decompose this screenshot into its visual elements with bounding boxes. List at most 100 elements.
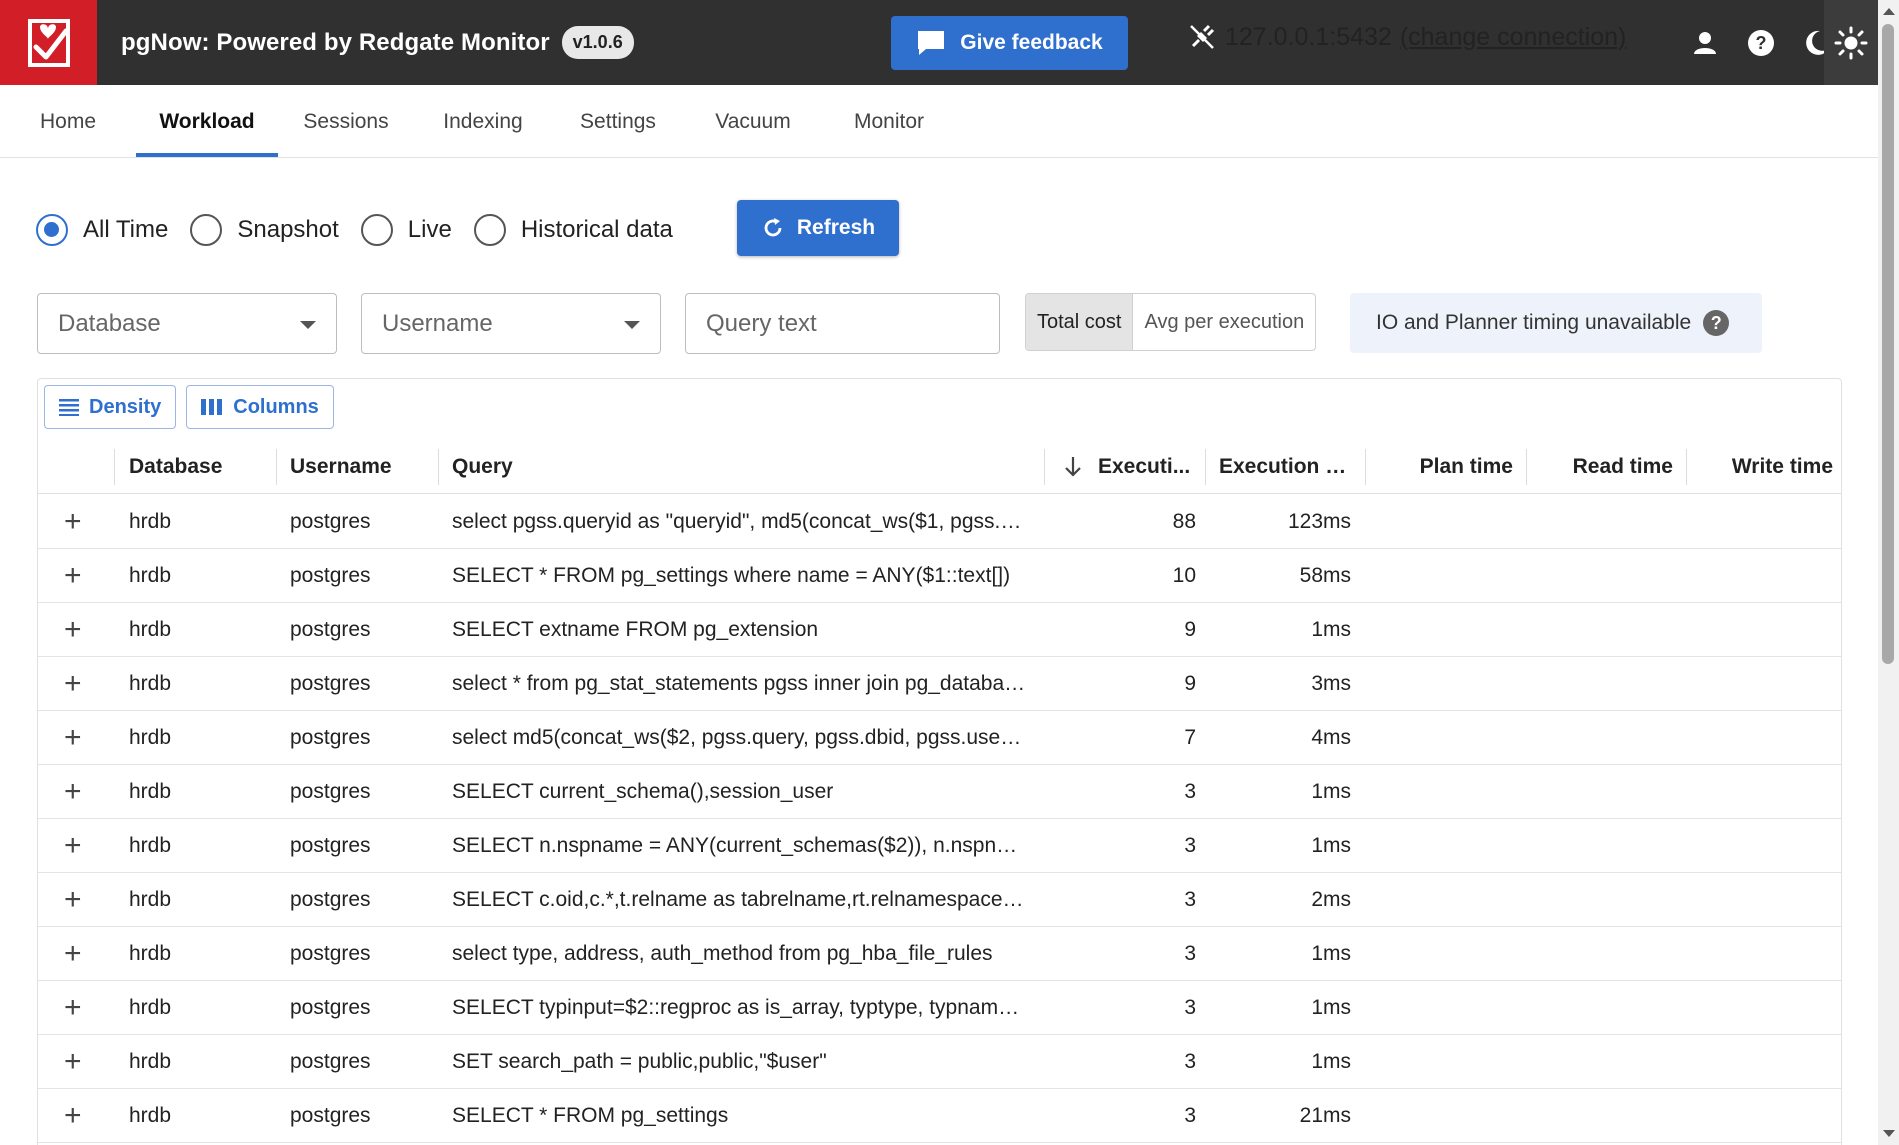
cell-query: SELECT * FROM pg_settings where name = A… [452,564,1011,587]
cell-execution-time: 1ms [1311,780,1351,803]
cell-database: hrdb [129,780,172,803]
columns-button[interactable]: Columns [186,385,334,429]
expand-row-icon[interactable]: + [64,873,82,927]
column-header-username[interactable]: Username [290,439,420,494]
expand-row-icon[interactable]: + [64,819,82,873]
cell-username: postgres [290,1104,371,1127]
scroll-down-icon[interactable] [1883,1130,1895,1137]
column-header-plan-time[interactable]: Plan time [1378,439,1513,494]
cell-query: SELECT c.oid,c.*,t.relname as tabrelname… [452,888,1028,911]
expand-row-icon[interactable]: + [64,927,82,981]
cell-execution-time: 1ms [1311,942,1351,965]
tab-workload[interactable]: Workload [136,85,278,158]
column-header-query[interactable]: Query [452,439,752,494]
table-row[interactable]: + hrdb postgres SELECT extname FROM pg_exte… [38,603,1841,657]
sort-down-arrow-icon[interactable] [1062,439,1088,494]
tab-indexing[interactable]: Indexing [424,85,542,158]
cell-username: postgres [290,672,371,695]
column-header-database[interactable]: Database [129,439,249,494]
table-row[interactable]: + hrdb postgres SELECT c.oid,c.*,t.relname … [38,873,1841,927]
radio-live[interactable]: Live [360,214,452,246]
refresh-button[interactable]: Refresh [737,200,899,256]
tab-sessions[interactable]: Sessions [288,85,404,158]
cell-database: hrdb [129,834,172,857]
cell-executions: 10 [1172,564,1196,587]
density-label: Density [89,395,162,418]
radio-circle [473,214,506,246]
cell-executions: 88 [1172,510,1196,533]
tab-vacuum[interactable]: Vacuum [694,85,812,158]
column-header-execution-time[interactable]: Execution ti... [1219,439,1351,494]
table-row[interactable]: + hrdb postgres SELECT current_schema(),ses… [38,765,1841,819]
column-header-read-time[interactable]: Read time [1538,439,1673,494]
expand-row-icon[interactable]: + [64,711,82,765]
toggle-avg-per-execution[interactable]: Avg per execution [1133,294,1315,350]
radio-historical-data[interactable]: Historical data [473,214,673,246]
expand-row-icon[interactable]: + [64,1035,82,1089]
table-row[interactable]: + hrdb postgres SELECT * FROM pg_settings w… [38,549,1841,603]
tab-settings[interactable]: Settings [562,85,674,158]
cell-query: select type, address, auth_method from p… [452,942,993,965]
expand-row-icon[interactable]: + [64,981,82,1035]
density-icon [59,399,79,416]
cell-execution-time: 1ms [1311,618,1351,641]
database-select[interactable]: Database [37,293,337,354]
table-row[interactable]: + hrdb postgres select md5(concat_ws($2, pg… [38,711,1841,765]
help-icon[interactable]: ? [1734,0,1788,85]
cell-executions: 3 [1184,1104,1196,1127]
timing-info-chip: IO and Planner timing unavailable ? [1350,293,1762,353]
logo-icon[interactable] [0,0,97,85]
table-row[interactable]: + hrdb postgres select * from pg_stat_state… [38,657,1841,711]
expand-row-icon[interactable]: + [64,657,82,711]
expand-row-icon[interactable]: + [64,1089,82,1143]
cost-toggle-group: Total cost Avg per execution [1025,293,1317,351]
cell-username: postgres [290,834,371,857]
username-select[interactable]: Username [361,293,661,354]
expand-row-icon[interactable]: + [64,495,82,549]
toggle-total-cost[interactable]: Total cost [1026,294,1134,350]
radio-snapshot[interactable]: Snapshot [190,214,339,246]
cell-username: postgres [290,780,371,803]
cell-database: hrdb [129,726,172,749]
table-row[interactable]: + hrdb postgres SELECT typinput=$2::regproc… [38,981,1841,1035]
table-row[interactable]: + hrdb postgres select type, address, auth_… [38,927,1841,981]
scroll-thumb[interactable] [1882,24,1894,664]
expand-row-icon[interactable]: + [64,765,82,819]
cell-database: hrdb [129,564,172,587]
column-header-executions[interactable]: Executi... [1098,439,1212,494]
cell-username: postgres [290,1050,371,1073]
cell-database: hrdb [129,618,172,641]
database-placeholder: Database [58,309,161,337]
page-scrollbar[interactable] [1878,0,1899,1145]
give-feedback-button[interactable]: Give feedback [891,16,1128,70]
cell-executions: 3 [1184,942,1196,965]
column-header-write-time[interactable]: Write time [1698,439,1833,494]
cell-database: hrdb [129,510,172,533]
app-title: pgNow: Powered by Redgate Monitor [121,28,550,56]
help-icon[interactable]: ? [1703,310,1730,336]
radio-label: Live [407,216,452,243]
scroll-up-icon[interactable] [1883,8,1895,15]
expand-row-icon[interactable]: + [64,549,82,603]
tab-monitor[interactable]: Monitor [832,85,946,158]
density-button[interactable]: Density [44,385,177,429]
table-row[interactable]: + hrdb postgres SET search_path = public,pu… [38,1035,1841,1089]
sun-icon[interactable] [1824,0,1878,85]
cell-database: hrdb [129,996,172,1019]
refresh-icon [764,218,782,237]
radio-all-time[interactable]: All Time [36,214,168,246]
radio-circle [190,214,223,246]
change-connection-link[interactable]: (change connection) [1400,23,1627,52]
cell-database: hrdb [129,942,172,965]
cell-execution-time: 1ms [1311,996,1351,1019]
version-badge: v1.0.6 [561,26,634,59]
table-row[interactable]: + hrdb postgres SELECT n.nspname = ANY(curr… [38,819,1841,873]
cell-execution-time: 123ms [1287,510,1351,533]
tab-home[interactable]: Home [18,85,118,158]
expand-row-icon[interactable]: + [64,603,82,657]
table-row[interactable]: + hrdb postgres SELECT * FROM pg_settings 3 2… [38,1089,1841,1143]
table-row[interactable]: + hrdb postgres select pgss.queryid as "que… [38,495,1841,549]
query-text-input[interactable]: Query text [685,293,1000,354]
cell-executions: 3 [1184,780,1196,803]
user-icon[interactable] [1678,0,1732,85]
